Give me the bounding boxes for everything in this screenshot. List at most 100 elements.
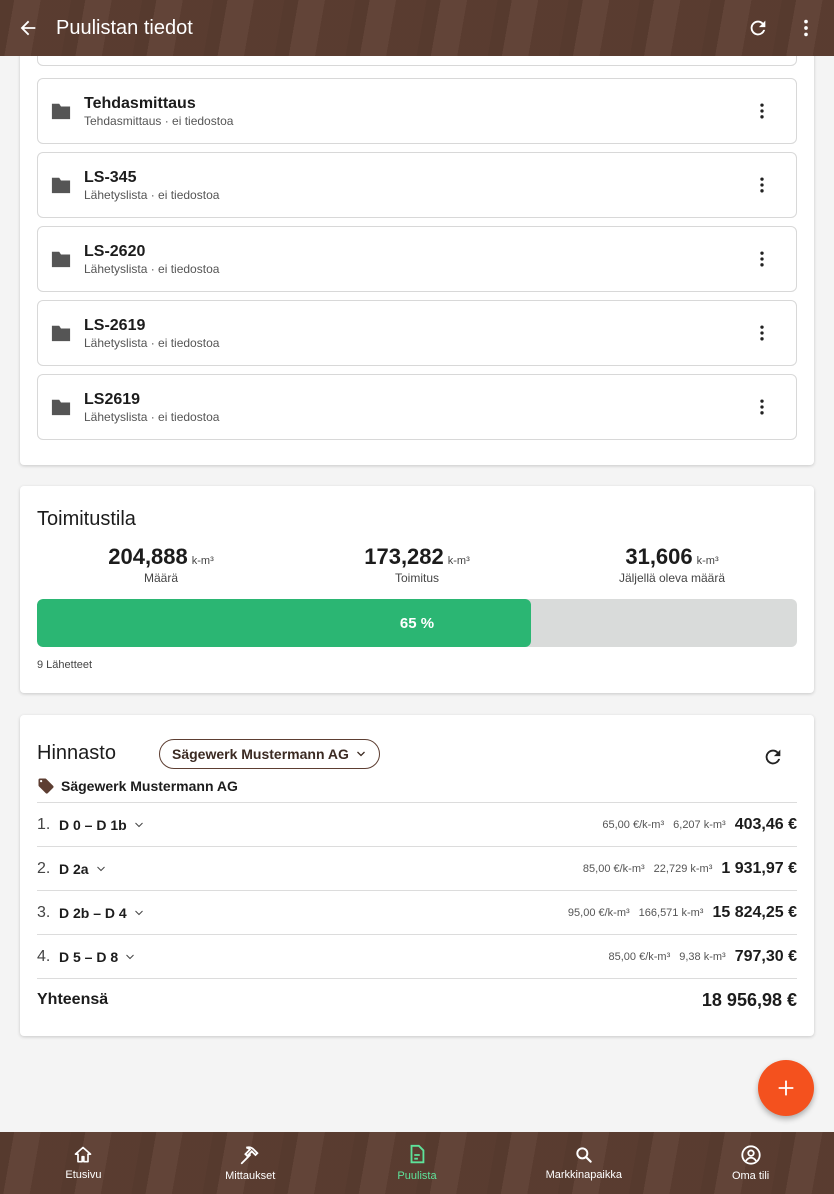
row-sum: 15 824,25 € bbox=[712, 903, 797, 921]
document-name: LS-345 bbox=[84, 168, 137, 186]
document-name: LS2619 bbox=[84, 390, 141, 408]
total-row: Yhteensä 18 956,98 € bbox=[37, 980, 797, 1020]
row-unit-price: 85,00 €/k-m³ bbox=[608, 950, 671, 963]
nav-label: Puulista bbox=[397, 1170, 437, 1182]
row-class-label: D 0 – D 1b bbox=[59, 816, 127, 833]
search-icon bbox=[576, 1147, 592, 1163]
folder-icon bbox=[51, 399, 71, 416]
document-item[interactable]: LS2619 Lähetyslista · ei tiedostoa bbox=[37, 374, 797, 440]
nav-item-measurements[interactable]: Mittaukset bbox=[167, 1132, 334, 1194]
row-sum: 797,30 € bbox=[734, 947, 797, 965]
buyer-select-value: Sägewerk Mustermann AG bbox=[172, 746, 349, 762]
document-item[interactable]: Tehdasmittaus Tehdasmittaus · ei tiedost… bbox=[37, 78, 797, 144]
tag-icon bbox=[38, 778, 54, 794]
chevron-down-icon bbox=[134, 822, 143, 827]
nav-label: Markkinapaikka bbox=[545, 1169, 622, 1181]
back-button[interactable] bbox=[0, 0, 56, 56]
stat-value: 204,888 bbox=[108, 544, 188, 569]
account-icon bbox=[740, 1145, 761, 1165]
stat-label: Jäljellä oleva määrä bbox=[618, 571, 726, 585]
row-quantity: 6,207 k-m³ bbox=[673, 818, 726, 831]
nav-label: Etusivu bbox=[65, 1169, 102, 1181]
row-unit-price: 85,00 €/k-m³ bbox=[582, 862, 645, 875]
row-sum: 1 931,97 € bbox=[721, 859, 797, 877]
total-value: 18 956,98 € bbox=[701, 989, 797, 1010]
delivery-progress-bar: 65 % bbox=[37, 599, 797, 647]
document-item[interactable]: LS-2619 Lähetyslista · ei tiedostoa bbox=[37, 300, 797, 366]
document-subtitle: Lähetyslista · ei tiedostoa bbox=[84, 409, 220, 424]
nav-item-home[interactable]: Etusivu bbox=[0, 1132, 167, 1194]
stat-value: 173,282 bbox=[364, 544, 444, 569]
nav-item-account[interactable]: Oma tili bbox=[667, 1132, 834, 1194]
more-vert-icon bbox=[804, 19, 808, 37]
row-class[interactable]: D 0 – D 1b bbox=[59, 817, 145, 833]
document-name: Tehdasmittaus bbox=[84, 94, 196, 112]
more-options-button[interactable] bbox=[782, 0, 830, 56]
nav-item-marketplace[interactable]: Markkinapaikka bbox=[500, 1132, 667, 1194]
refresh-icon bbox=[750, 20, 766, 36]
document-item[interactable]: LS-345 Lähetyslista · ei tiedostoa bbox=[37, 152, 797, 218]
folder-icon bbox=[51, 251, 71, 268]
document-item-partial[interactable] bbox=[37, 56, 797, 66]
buyer-name: Sägewerk Mustermann AG bbox=[61, 778, 238, 794]
price-row[interactable]: 2. D 2a 85,00 €/k-m³ 22,729 k-m³ 1 931,9… bbox=[37, 847, 797, 891]
row-class-label: D 5 – D 8 bbox=[59, 948, 119, 965]
more-vert-icon bbox=[760, 103, 764, 119]
document-more-button[interactable] bbox=[738, 235, 786, 283]
document-more-button[interactable] bbox=[738, 87, 786, 135]
document-more-button[interactable] bbox=[738, 383, 786, 431]
document-more-button[interactable] bbox=[738, 309, 786, 357]
buyer-select[interactable]: Sägewerk Mustermann AG bbox=[159, 739, 380, 769]
document-name: LS-2620 bbox=[84, 242, 146, 260]
main-content[interactable]: Tehdasmittaus Tehdasmittaus · ei tiedost… bbox=[0, 56, 834, 1132]
price-row[interactable]: 1. D 0 – D 1b 65,00 €/k-m³ 6,207 k-m³ 40… bbox=[37, 803, 797, 847]
row-number: 1. bbox=[37, 815, 51, 833]
more-vert-icon bbox=[760, 177, 764, 193]
stat-unit: k-m³ bbox=[696, 555, 719, 567]
bottom-navigation: Etusivu Mittaukset Puulista Markkinapaik… bbox=[0, 1132, 834, 1194]
stat-unit: k-m³ bbox=[191, 555, 214, 567]
row-class-label: D 2a bbox=[59, 860, 89, 877]
document-list-icon bbox=[410, 1144, 425, 1164]
stat-label: Määrä bbox=[143, 571, 178, 585]
price-row[interactable]: 4. D 5 – D 8 85,00 €/k-m³ 9,38 k-m³ 797,… bbox=[37, 935, 797, 979]
app-bar: Puulistan tiedot bbox=[0, 0, 834, 56]
stat-amount: 204,888 k-m³ Määrä bbox=[41, 544, 281, 585]
stat-remaining: 31,606 k-m³ Jäljellä oleva määrä bbox=[552, 544, 792, 585]
chevron-down-icon bbox=[96, 866, 105, 871]
row-unit-price: 65,00 €/k-m³ bbox=[602, 818, 665, 831]
folder-icon bbox=[51, 325, 71, 342]
delivery-title: Toimitustila bbox=[37, 508, 136, 530]
stat-unit: k-m³ bbox=[447, 555, 470, 567]
add-fab-button[interactable] bbox=[758, 1060, 814, 1116]
documents-card: Tehdasmittaus Tehdasmittaus · ei tiedost… bbox=[20, 56, 814, 465]
stat-value: 31,606 bbox=[625, 544, 693, 569]
delivery-status-card: Toimitustila 204,888 k-m³ Määrä 173,282 k-… bbox=[20, 486, 814, 693]
shipments-count: 9 Lähetteet bbox=[37, 659, 93, 671]
row-class[interactable]: D 2b – D 4 bbox=[59, 905, 145, 921]
row-class[interactable]: D 2a bbox=[59, 861, 107, 877]
document-subtitle: Tehdasmittaus · ei tiedostoa bbox=[84, 113, 234, 128]
document-name: LS-2619 bbox=[84, 316, 146, 334]
row-quantity: 166,571 k-m³ bbox=[638, 906, 704, 919]
home-icon bbox=[75, 1146, 92, 1163]
row-unit-price: 95,00 €/k-m³ bbox=[567, 906, 630, 919]
stat-label: Toimitus bbox=[394, 571, 439, 585]
folder-icon bbox=[51, 177, 71, 194]
nav-label: Oma tili bbox=[731, 1170, 770, 1182]
row-class[interactable]: D 5 – D 8 bbox=[59, 949, 136, 965]
document-subtitle: Lähetyslista · ei tiedostoa bbox=[84, 261, 220, 276]
pricelist-title: Hinnasto bbox=[37, 742, 116, 764]
refresh-button[interactable] bbox=[734, 0, 782, 56]
row-number: 2. bbox=[37, 859, 51, 877]
nav-label: Mittaukset bbox=[225, 1170, 276, 1182]
pricelist-refresh-button[interactable] bbox=[753, 737, 793, 777]
row-number: 4. bbox=[37, 947, 51, 965]
document-more-button[interactable] bbox=[738, 161, 786, 209]
nav-item-puulista[interactable]: Puulista bbox=[334, 1132, 501, 1194]
progress-label: 65 % bbox=[399, 614, 435, 632]
stat-delivered: 173,282 k-m³ Toimitus bbox=[297, 544, 537, 585]
price-row[interactable]: 3. D 2b – D 4 95,00 €/k-m³ 166,571 k-m³ … bbox=[37, 891, 797, 935]
document-subtitle: Lähetyslista · ei tiedostoa bbox=[84, 187, 220, 202]
document-item[interactable]: LS-2620 Lähetyslista · ei tiedostoa bbox=[37, 226, 797, 292]
